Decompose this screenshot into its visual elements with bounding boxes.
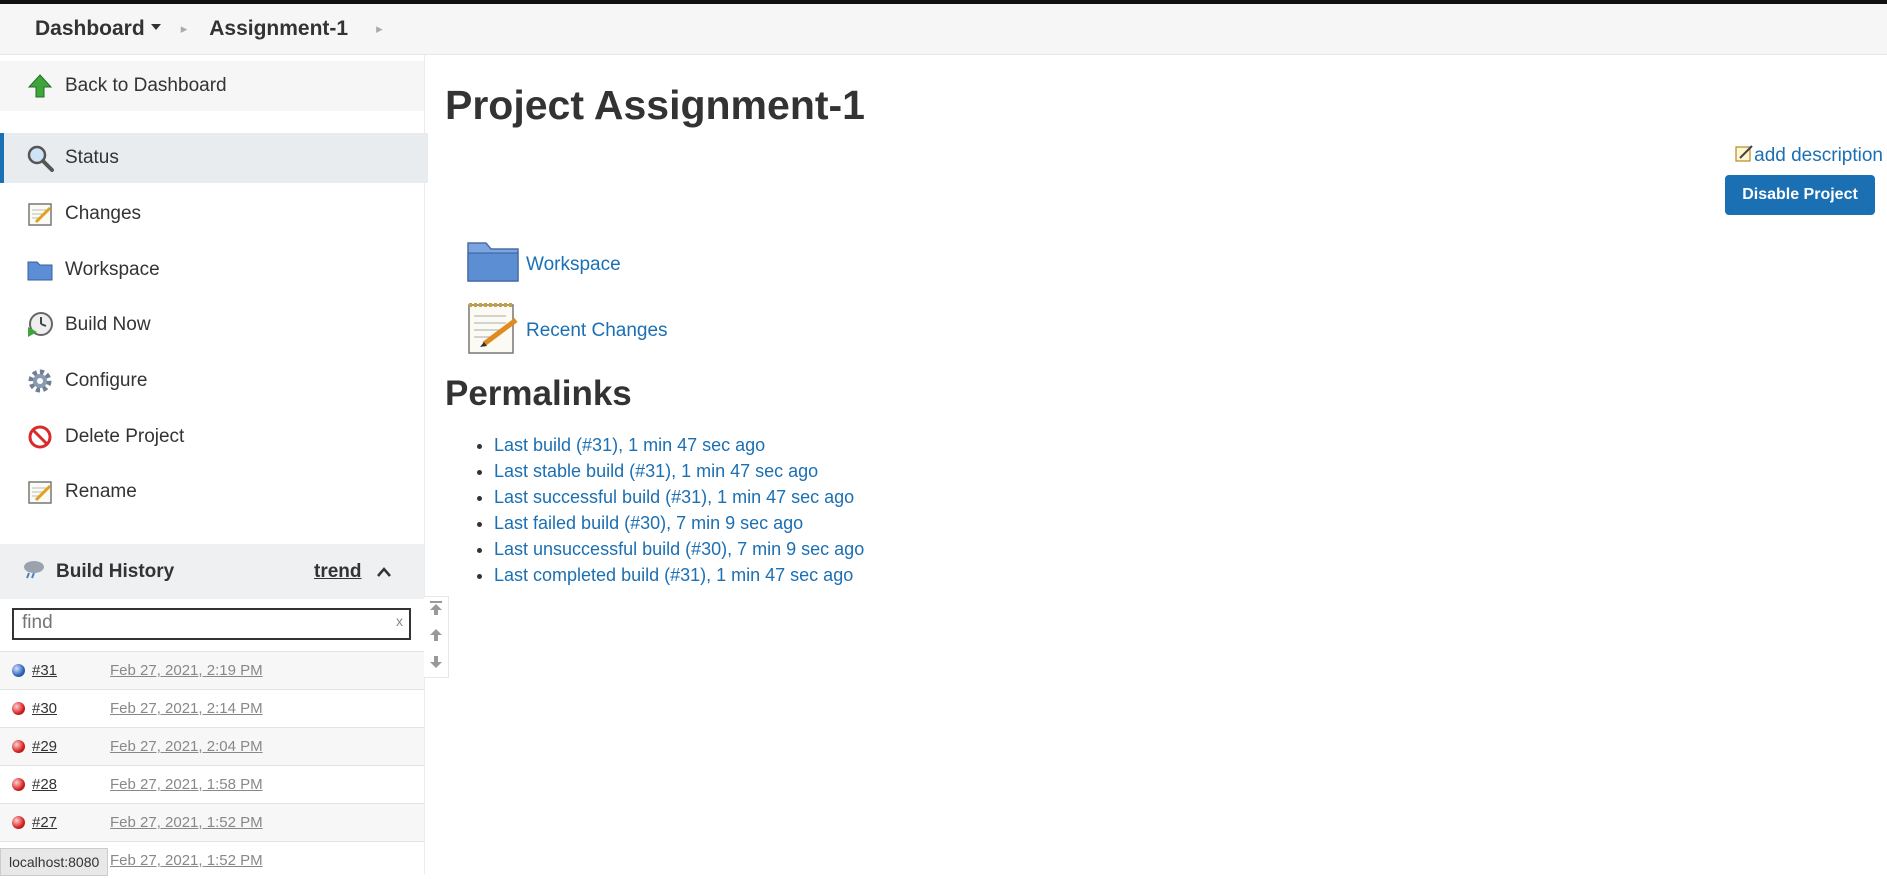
build-status-red-icon (12, 702, 25, 715)
chevron-up-icon[interactable] (376, 562, 392, 584)
build-date-link[interactable]: Feb 27, 2021, 2:04 PM (110, 738, 263, 755)
permalink-last-stable-build[interactable]: Last stable build (#31), 1 min 47 sec ag… (494, 461, 818, 481)
find-field: x (12, 608, 411, 640)
sidebar-item-label: Configure (65, 370, 148, 391)
build-list: #31 Feb 27, 2021, 2:19 PM #30 Feb 27, 20… (0, 651, 424, 879)
sidebar-item-build-now[interactable]: Build Now (0, 300, 424, 350)
sidebar-item-configure[interactable]: Configure (0, 356, 424, 406)
sidebar-item-rename[interactable]: Rename (0, 467, 424, 517)
build-status-red-icon (12, 740, 25, 753)
sidebar-item-back-to-dashboard[interactable]: Back to Dashboard (0, 61, 424, 111)
recent-changes-link-label: Recent Changes (526, 319, 668, 341)
find-input[interactable] (14, 610, 390, 636)
build-history-header: Build History trend (0, 544, 424, 599)
permalink-last-completed-build[interactable]: Last completed build (#31), 1 min 47 sec… (494, 565, 853, 585)
no-entry-icon (25, 422, 55, 452)
list-item: Last successful build (#31), 1 min 47 se… (494, 484, 864, 510)
permalink-last-successful-build[interactable]: Last successful build (#31), 1 min 47 se… (494, 487, 854, 507)
chevron-right-icon[interactable]: ▸ (376, 21, 383, 37)
build-status-red-icon (12, 816, 25, 829)
sidebar-item-label: Status (65, 147, 119, 168)
workspace-link-label: Workspace (526, 253, 621, 275)
folder-icon (466, 239, 520, 290)
breadcrumb-dashboard-label: Dashboard (35, 17, 145, 40)
clock-play-icon (25, 310, 55, 340)
sidebar-item-workspace[interactable]: Workspace (0, 245, 424, 295)
sidebar-item-status[interactable]: Status (0, 133, 428, 183)
page-title: Project Assignment-1 (445, 82, 865, 128)
cloud-rain-icon (22, 558, 46, 586)
permalink-last-failed-build[interactable]: Last failed build (#30), 7 min 9 sec ago (494, 513, 803, 533)
clear-find-button[interactable]: x (396, 613, 403, 629)
sidebar-item-label: Build Now (65, 314, 151, 335)
caret-down-icon[interactable] (150, 24, 161, 31)
build-number-link[interactable]: #30 (32, 700, 92, 717)
build-date-link[interactable]: Feb 27, 2021, 1:52 PM (110, 814, 263, 831)
sidebar: Back to Dashboard Status Changes Workspa… (0, 55, 428, 874)
breadcrumb: Dashboard ▸ Assignment-1 ▸ (0, 4, 1887, 55)
sidebar-item-label: Rename (65, 481, 137, 502)
build-date-link[interactable]: Feb 27, 2021, 2:19 PM (110, 662, 263, 679)
table-row: #28 Feb 27, 2021, 1:58 PM (0, 765, 424, 803)
workspace-link[interactable]: Workspace (466, 239, 621, 290)
permalink-last-unsuccessful-build[interactable]: Last unsuccessful build (#30), 7 min 9 s… (494, 539, 864, 559)
build-date-link[interactable]: Feb 27, 2021, 1:58 PM (110, 776, 263, 793)
build-status-red-icon (12, 778, 25, 791)
disable-project-button[interactable]: Disable Project (1725, 175, 1875, 215)
notepad-icon (25, 477, 55, 507)
folder-icon (25, 255, 55, 285)
breadcrumb-dashboard[interactable]: Dashboard (35, 17, 161, 41)
permalinks-list: Last build (#31), 1 min 47 sec ago Last … (470, 432, 864, 588)
browser-status-bar: localhost:8080 (0, 848, 109, 876)
magnifier-icon (25, 143, 55, 173)
sidebar-item-label: Back to Dashboard (65, 75, 227, 96)
up-arrow-icon (25, 71, 55, 101)
build-history-title: Build History (56, 560, 175, 582)
scroll-down-icon[interactable] (429, 653, 443, 674)
notepad-icon (25, 199, 55, 229)
sidebar-item-label: Delete Project (65, 426, 185, 447)
list-item: Last build (#31), 1 min 47 sec ago (494, 432, 864, 458)
build-date-link[interactable]: Feb 27, 2021, 2:14 PM (110, 700, 263, 717)
add-description-link[interactable]: add description (1734, 143, 1883, 169)
sidebar-item-label: Changes (65, 203, 142, 224)
permalinks-heading: Permalinks (445, 374, 632, 413)
list-item: Last failed build (#30), 7 min 9 sec ago (494, 510, 864, 536)
scroll-top-icon[interactable] (429, 600, 443, 621)
chevron-right-icon: ▸ (180, 21, 188, 36)
sidebar-item-label: Workspace (65, 259, 160, 280)
gear-icon (25, 366, 55, 396)
build-status-blue-icon (12, 664, 25, 677)
table-row: #30 Feb 27, 2021, 2:14 PM (0, 689, 424, 727)
sidebar-item-delete-project[interactable]: Delete Project (0, 412, 424, 462)
edit-note-icon (1734, 143, 1754, 169)
build-date-link[interactable]: Feb 27, 2021, 1:52 PM (110, 852, 263, 869)
scroll-up-icon[interactable] (429, 626, 443, 647)
build-number-link[interactable]: #27 (32, 814, 92, 831)
table-row: #29 Feb 27, 2021, 2:04 PM (0, 727, 424, 765)
build-number-link[interactable]: #28 (32, 776, 92, 793)
build-history-scroll-controls (424, 596, 449, 678)
breadcrumb-project[interactable]: Assignment-1 (209, 17, 348, 41)
list-item: Last completed build (#31), 1 min 47 sec… (494, 562, 864, 588)
table-row: #31 Feb 27, 2021, 2:19 PM (0, 651, 424, 689)
table-row: #27 Feb 27, 2021, 1:52 PM (0, 803, 424, 841)
build-number-link[interactable]: #29 (32, 738, 92, 755)
permalink-last-build[interactable]: Last build (#31), 1 min 47 sec ago (494, 435, 765, 455)
add-description-label: add description (1754, 145, 1883, 166)
sidebar-item-changes[interactable]: Changes (0, 189, 424, 239)
build-number-link[interactable]: #31 (32, 662, 92, 679)
trend-link[interactable]: trend (314, 561, 362, 583)
list-item: Last unsuccessful build (#30), 7 min 9 s… (494, 536, 864, 562)
list-item: Last stable build (#31), 1 min 47 sec ag… (494, 458, 864, 484)
recent-changes-link[interactable]: Recent Changes (466, 300, 668, 361)
notepad-icon (466, 300, 520, 361)
